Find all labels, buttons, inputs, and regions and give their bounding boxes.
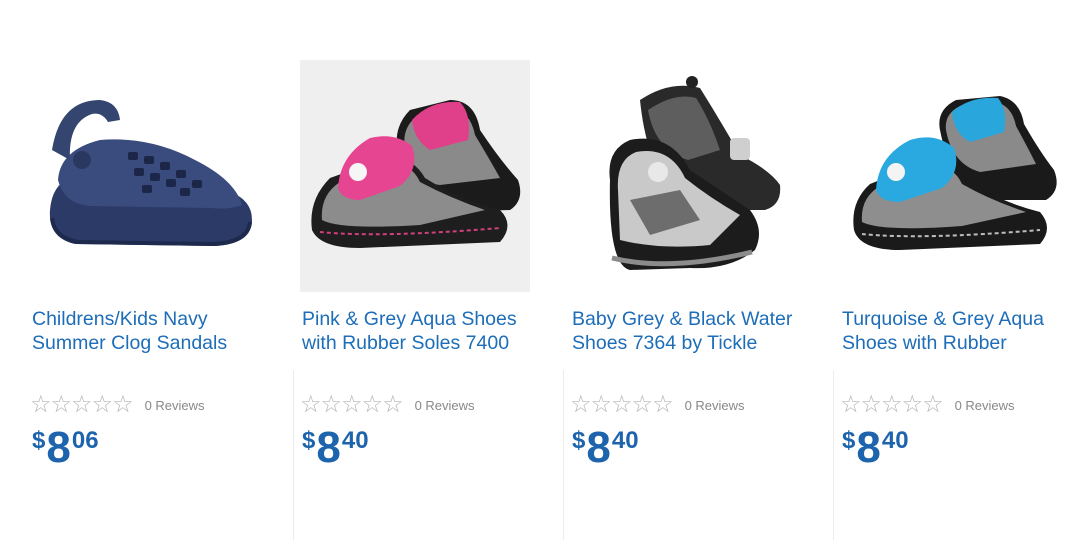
product-grid: Childrens/Kids Navy Summer Clog Sandals …	[0, 0, 1080, 540]
product-title-link[interactable]: Childrens/Kids Navy Summer Clog Sandals	[32, 307, 260, 357]
price-whole: 8	[856, 423, 881, 472]
star-empty-icon: ☆	[590, 391, 612, 418]
rating[interactable]: ☆ ☆ ☆ ☆ ☆ 0 Reviews	[30, 391, 205, 418]
star-empty-icon: ☆	[611, 391, 632, 418]
price-currency: $	[842, 427, 856, 454]
price-whole: 8	[586, 423, 611, 472]
star-empty-icon: ☆	[382, 391, 403, 418]
star-rating: ☆ ☆ ☆ ☆ ☆	[570, 391, 674, 418]
price-cents: 40	[611, 427, 639, 454]
reviews-count[interactable]: 0 Reviews	[955, 398, 1015, 413]
product-card[interactable]: Childrens/Kids Navy Summer Clog Sandals …	[30, 60, 294, 540]
product-card[interactable]: Pink & Grey Aqua Shoes with Rubber Soles…	[300, 60, 564, 540]
star-empty-icon: ☆	[860, 391, 882, 418]
star-empty-icon: ☆	[112, 391, 133, 418]
price-cents: 06	[71, 427, 99, 454]
star-empty-icon: ☆	[300, 391, 321, 418]
star-empty-icon: ☆	[570, 391, 591, 418]
turquoise-aqua-shoes-image[interactable]	[840, 60, 1070, 292]
reviews-count[interactable]: 0 Reviews	[685, 398, 745, 413]
navy-clog-image[interactable]	[30, 60, 260, 292]
reviews-count[interactable]: 0 Reviews	[145, 398, 205, 413]
price-cents: 40	[341, 427, 369, 454]
price: $ 8 06	[32, 425, 99, 475]
star-rating: ☆ ☆ ☆ ☆ ☆	[840, 391, 944, 418]
star-empty-icon: ☆	[881, 391, 902, 418]
price-currency: $	[302, 427, 316, 454]
star-empty-icon: ☆	[71, 391, 92, 418]
star-empty-icon: ☆	[91, 391, 113, 418]
price: $ 8 40	[842, 425, 909, 475]
price-whole: 8	[316, 423, 341, 472]
price-currency: $	[572, 427, 586, 454]
star-empty-icon: ☆	[840, 391, 861, 418]
price: $ 8 40	[572, 425, 639, 475]
grey-black-water-shoes-image[interactable]	[570, 60, 800, 292]
star-rating: ☆ ☆ ☆ ☆ ☆	[300, 391, 404, 418]
product-title-link[interactable]: Pink & Grey Aqua Shoes with Rubber Soles…	[302, 307, 530, 357]
star-empty-icon: ☆	[341, 391, 362, 418]
price-whole: 8	[46, 423, 71, 472]
product-title-link[interactable]: Baby Grey & Black Water Shoes 7364 by Ti…	[572, 307, 800, 357]
product-card[interactable]: Turquoise & Grey Aqua Shoes with Rubber …	[840, 60, 1080, 480]
star-empty-icon: ☆	[320, 391, 342, 418]
pink-aqua-shoes-image[interactable]	[300, 60, 530, 292]
product-title-link[interactable]: Turquoise & Grey Aqua Shoes with Rubber	[842, 307, 1070, 357]
price: $ 8 40	[302, 425, 369, 475]
star-empty-icon: ☆	[361, 391, 383, 418]
price-cents: 40	[881, 427, 909, 454]
star-empty-icon: ☆	[631, 391, 653, 418]
star-empty-icon: ☆	[901, 391, 923, 418]
price-currency: $	[32, 427, 46, 454]
star-empty-icon: ☆	[652, 391, 673, 418]
star-empty-icon: ☆	[922, 391, 943, 418]
star-empty-icon: ☆	[50, 391, 72, 418]
rating[interactable]: ☆ ☆ ☆ ☆ ☆ 0 Reviews	[300, 391, 475, 418]
product-card[interactable]: Baby Grey & Black Water Shoes 7364 by Ti…	[570, 60, 834, 540]
rating[interactable]: ☆ ☆ ☆ ☆ ☆ 0 Reviews	[570, 391, 745, 418]
rating[interactable]: ☆ ☆ ☆ ☆ ☆ 0 Reviews	[840, 391, 1015, 418]
star-rating: ☆ ☆ ☆ ☆ ☆	[30, 391, 134, 418]
reviews-count[interactable]: 0 Reviews	[415, 398, 475, 413]
star-empty-icon: ☆	[30, 391, 51, 418]
